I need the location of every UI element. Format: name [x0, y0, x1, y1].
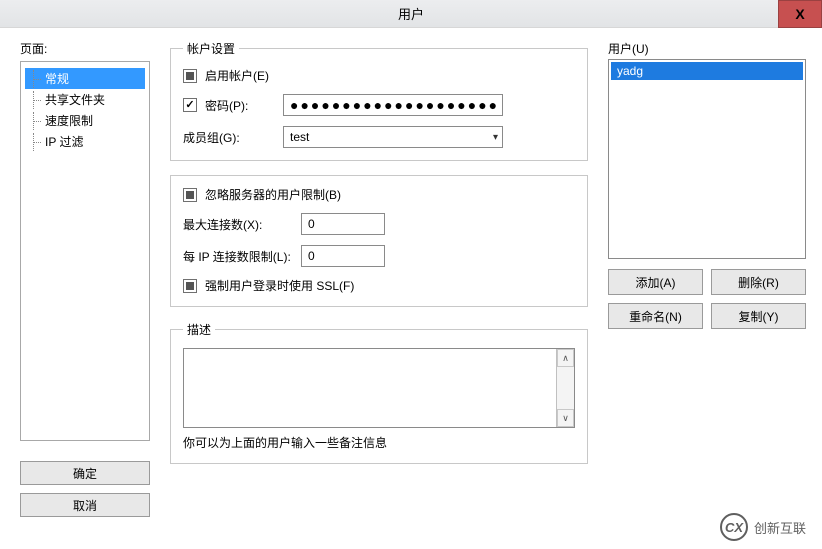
limits-group: 忽略服务器的用户限制(B) 最大连接数(X): 每 IP 连接数限制(L): 强… [170, 175, 588, 307]
max-conn-label: 最大连接数(X): [183, 216, 293, 233]
force-ssl-checkbox[interactable] [183, 279, 197, 293]
per-ip-label: 每 IP 连接数限制(L): [183, 248, 293, 265]
page-speed-limits[interactable]: 速度限制 [25, 110, 145, 131]
rename-user-button[interactable]: 重命名(N) [608, 303, 703, 329]
pages-tree[interactable]: 常规 共享文件夹 速度限制 IP 过滤 [20, 61, 150, 441]
add-user-button[interactable]: 添加(A) [608, 269, 703, 295]
scroll-down-button[interactable]: ∨ [557, 409, 574, 427]
account-settings-legend: 帐户设置 [183, 40, 239, 57]
ok-button[interactable]: 确定 [20, 461, 150, 485]
scroll-up-button[interactable]: ∧ [557, 349, 574, 367]
max-conn-input[interactable] [301, 213, 385, 235]
window-title: 用户 [398, 4, 424, 23]
close-icon: X [795, 6, 804, 22]
per-ip-input[interactable] [301, 245, 385, 267]
user-item[interactable]: yadg [611, 62, 803, 80]
dialog-body: 页面: 常规 共享文件夹 速度限制 IP 过滤 确定 取消 帐户设置 启用帐户(… [0, 28, 822, 529]
password-label: 密码(P): [205, 97, 275, 114]
description-group: 描述 ∧ ∨ 你可以为上面的用户输入一些备注信息 [170, 321, 588, 464]
description-scrollbar[interactable]: ∧ ∨ [556, 349, 574, 427]
page-shared-folders[interactable]: 共享文件夹 [25, 89, 145, 110]
group-select[interactable]: test ▾ [283, 126, 503, 148]
force-ssl-label: 强制用户登录时使用 SSL(F) [205, 277, 354, 294]
copy-user-button[interactable]: 复制(Y) [711, 303, 806, 329]
enable-account-label: 启用帐户(E) [205, 67, 269, 84]
enable-account-checkbox[interactable] [183, 69, 197, 83]
password-checkbox[interactable] [183, 98, 197, 112]
left-column: 页面: 常规 共享文件夹 速度限制 IP 过滤 确定 取消 [20, 40, 150, 517]
description-textarea[interactable] [184, 349, 556, 427]
account-settings-group: 帐户设置 启用帐户(E) 密码(P): 成员组(G): test ▾ [170, 40, 588, 161]
right-column: 用户(U) yadg 添加(A) 删除(R) 重命名(N) 复制(Y) [608, 40, 806, 517]
group-select-value: test [290, 130, 309, 144]
page-general[interactable]: 常规 [25, 68, 145, 89]
users-label: 用户(U) [608, 40, 806, 57]
description-legend: 描述 [183, 321, 215, 338]
password-input[interactable] [283, 94, 503, 116]
bypass-limits-label: 忽略服务器的用户限制(B) [205, 186, 341, 203]
page-ip-filter[interactable]: IP 过滤 [25, 131, 145, 152]
pages-label: 页面: [20, 40, 150, 57]
description-area: ∧ ∨ [183, 348, 575, 428]
user-list[interactable]: yadg [608, 59, 806, 259]
cancel-button[interactable]: 取消 [20, 493, 150, 517]
bypass-limits-checkbox[interactable] [183, 188, 197, 202]
title-bar: 用户 X [0, 0, 822, 28]
close-button[interactable]: X [778, 0, 822, 28]
group-label: 成员组(G): [183, 129, 275, 146]
description-hint: 你可以为上面的用户输入一些备注信息 [183, 434, 575, 451]
middle-column: 帐户设置 启用帐户(E) 密码(P): 成员组(G): test ▾ [168, 40, 590, 517]
chevron-down-icon: ▾ [493, 132, 498, 143]
delete-user-button[interactable]: 删除(R) [711, 269, 806, 295]
